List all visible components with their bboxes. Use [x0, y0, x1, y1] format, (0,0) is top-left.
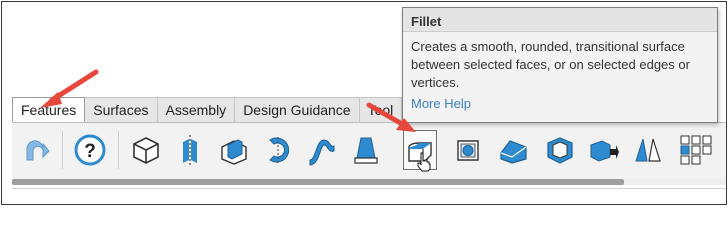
ribbon-tabs: Features Surfaces Assembly Design Guidan…	[12, 97, 403, 122]
revolve-icon	[269, 137, 290, 163]
boss-extrude-icon	[221, 139, 247, 165]
pattern-icon	[680, 135, 712, 165]
tab-tools[interactable]: Tool	[358, 97, 403, 122]
tooltip-title: Fillet	[403, 8, 717, 32]
app-window: Features Surfaces Assembly Design Guidan…	[1, 1, 727, 205]
move-face-icon	[590, 140, 619, 162]
chamfer-button[interactable]	[496, 129, 532, 171]
tab-features[interactable]: Features	[12, 97, 86, 122]
hole-wizard-button[interactable]	[450, 129, 486, 171]
hole-icon	[457, 140, 479, 161]
toolbar-separator	[118, 131, 119, 169]
help-icon: ?	[74, 134, 106, 166]
draft-icon	[354, 137, 378, 164]
chamfer-icon	[500, 140, 527, 164]
boss-extrude-button[interactable]	[216, 129, 252, 171]
toolbar-separator	[62, 131, 63, 169]
shell-button[interactable]	[542, 129, 578, 171]
redo-button[interactable]	[18, 129, 54, 171]
shell-icon	[547, 137, 573, 164]
cube-icon	[133, 137, 159, 164]
redo-icon	[26, 140, 50, 161]
panel-divider	[12, 188, 726, 189]
split-line-button[interactable]	[172, 129, 208, 171]
mirror-button[interactable]	[630, 129, 666, 171]
tab-assembly[interactable]: Assembly	[156, 97, 236, 122]
tab-design-guidance[interactable]: Design Guidance	[234, 97, 360, 122]
tab-surfaces[interactable]: Surfaces	[84, 97, 158, 122]
fillet-tooltip: Fillet Creates a smooth, rounded, transi…	[402, 7, 718, 123]
revolve-button[interactable]	[260, 129, 296, 171]
more-help-link[interactable]: More Help	[403, 92, 717, 111]
sweep-icon	[309, 139, 335, 166]
draft-button[interactable]	[348, 129, 384, 171]
sweep-button[interactable]	[304, 129, 340, 171]
split-icon	[183, 135, 197, 165]
scrollbar-thumb[interactable]	[12, 179, 624, 185]
help-button[interactable]: ?	[72, 129, 108, 171]
extruded-boss-button[interactable]	[128, 129, 164, 171]
tooltip-description: Creates a smooth, rounded, transitional …	[411, 39, 690, 90]
mirror-icon	[635, 138, 661, 162]
move-face-button[interactable]	[586, 129, 622, 171]
mouse-cursor-icon	[416, 152, 432, 177]
pattern-button[interactable]	[678, 129, 714, 171]
svg-text:?: ?	[84, 141, 96, 162]
